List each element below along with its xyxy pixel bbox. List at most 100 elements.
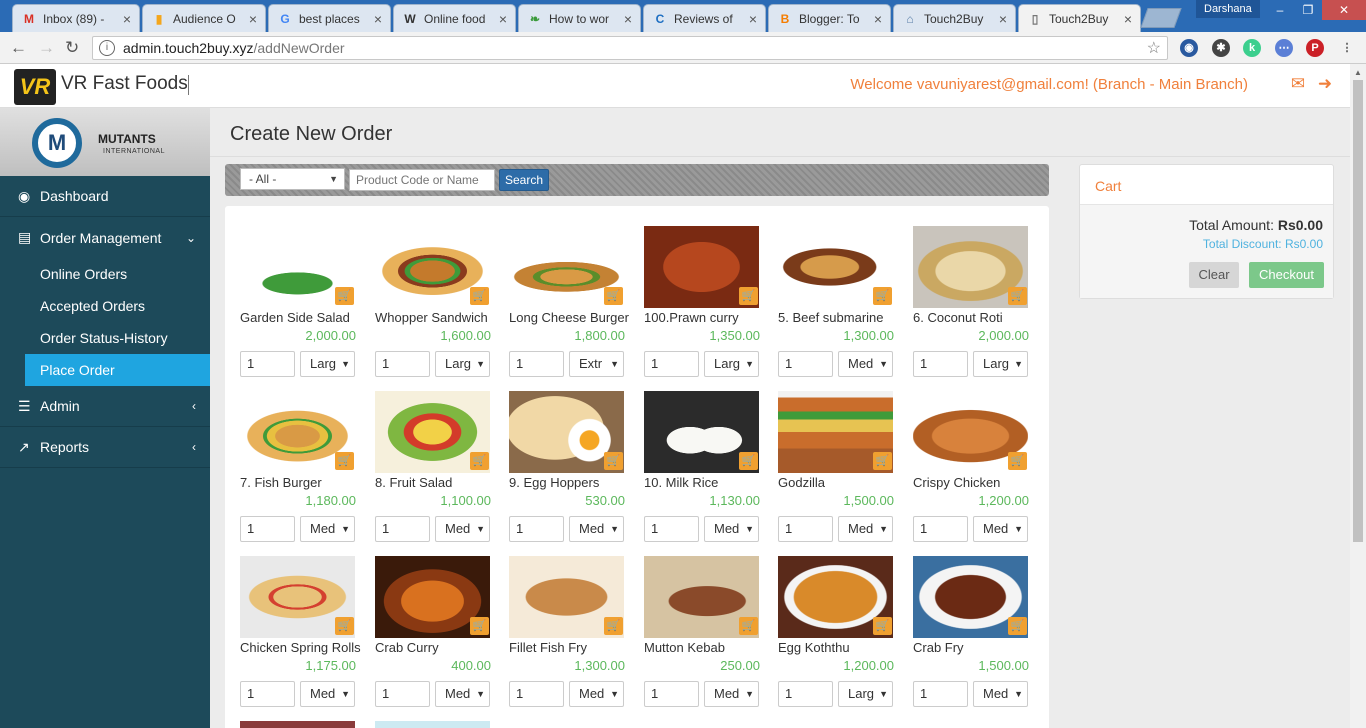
size-select[interactable]: Med ▼ — [838, 516, 893, 542]
size-select[interactable]: Med ▼ — [300, 516, 355, 542]
reload-icon[interactable]: ↻ — [65, 38, 79, 58]
size-select[interactable]: Med ▼ — [435, 681, 490, 707]
browser-tab[interactable]: C Reviews of × — [643, 4, 766, 32]
extension-spider-icon[interactable]: ✱ — [1212, 39, 1230, 57]
scroll-up-icon[interactable]: ▲ — [1354, 68, 1362, 77]
checkout-button[interactable]: Checkout — [1249, 262, 1324, 288]
quantity-input[interactable]: 1 — [240, 351, 295, 377]
browser-tab[interactable]: B Blogger: To × — [768, 4, 891, 32]
add-to-cart-icon[interactable]: 🛒 — [470, 452, 489, 470]
quantity-input[interactable]: 1 — [913, 516, 968, 542]
size-select[interactable]: Larg ▼ — [838, 681, 893, 707]
add-to-cart-icon[interactable]: 🛒 — [335, 452, 354, 470]
size-select[interactable]: Med ▼ — [435, 516, 490, 542]
chrome-menu-icon[interactable]: ⋮ — [1338, 39, 1356, 57]
quantity-input[interactable]: 1 — [778, 351, 833, 377]
size-select[interactable]: Med ▼ — [973, 681, 1028, 707]
logout-icon[interactable]: ➜ — [1315, 74, 1335, 94]
add-to-cart-icon[interactable]: 🛒 — [604, 452, 623, 470]
forward-icon[interactable]: → — [38, 38, 55, 58]
browser-tab[interactable]: M Inbox (89) - × — [12, 4, 140, 32]
add-to-cart-icon[interactable]: 🛒 — [739, 287, 758, 305]
size-select[interactable]: Med ▼ — [569, 681, 624, 707]
quantity-input[interactable]: 1 — [509, 516, 564, 542]
add-to-cart-icon[interactable]: 🛒 — [335, 617, 354, 635]
add-to-cart-icon[interactable]: 🛒 — [1008, 287, 1027, 305]
scrollbar-thumb[interactable] — [1353, 80, 1363, 542]
size-select[interactable]: Med ▼ — [704, 681, 759, 707]
add-to-cart-icon[interactable]: 🛒 — [1008, 452, 1027, 470]
add-to-cart-icon[interactable]: 🛒 — [1008, 617, 1027, 635]
bookmark-star-icon[interactable]: ☆ — [1147, 38, 1161, 58]
search-input[interactable] — [349, 169, 495, 191]
vertical-scrollbar[interactable]: ▲ — [1350, 64, 1366, 728]
sidebar-item-order-management[interactable]: ▤ Order Management ⌄ — [0, 217, 210, 258]
quantity-input[interactable]: 1 — [778, 516, 833, 542]
new-tab-button[interactable] — [1140, 8, 1182, 28]
add-to-cart-icon[interactable]: 🛒 — [470, 617, 489, 635]
quantity-input[interactable]: 1 — [240, 681, 295, 707]
size-select[interactable]: Larg ▼ — [300, 351, 355, 377]
size-select[interactable]: Med ▼ — [300, 681, 355, 707]
quantity-input[interactable]: 1 — [644, 351, 699, 377]
product-image[interactable] — [240, 721, 355, 728]
add-to-cart-icon[interactable]: 🛒 — [739, 452, 758, 470]
tab-close-icon[interactable]: × — [249, 11, 257, 27]
extension-globe-icon[interactable]: ◉ — [1180, 39, 1198, 57]
size-select[interactable]: Extr ▼ — [569, 351, 624, 377]
extension-dots-icon[interactable]: ⋯ — [1275, 39, 1293, 57]
sidebar-subitem-place-order[interactable]: Place Order — [25, 354, 210, 386]
back-icon[interactable]: ← — [10, 38, 27, 58]
sidebar-subitem-order-status-history[interactable]: Order Status-History — [0, 322, 210, 354]
quantity-input[interactable]: 1 — [644, 516, 699, 542]
browser-tab[interactable]: W Online food × — [393, 4, 516, 32]
quantity-input[interactable]: 1 — [240, 516, 295, 542]
tab-close-icon[interactable]: × — [749, 11, 757, 27]
pinterest-icon[interactable]: P — [1306, 39, 1324, 57]
sidebar-item-reports[interactable]: ↗ Reports ‹ — [0, 427, 210, 468]
tab-close-icon[interactable]: × — [874, 11, 882, 27]
quantity-input[interactable]: 1 — [913, 681, 968, 707]
size-select[interactable]: Med ▼ — [704, 516, 759, 542]
size-select[interactable]: Med ▼ — [569, 516, 624, 542]
add-to-cart-icon[interactable]: 🛒 — [604, 287, 623, 305]
clear-button[interactable]: Clear — [1189, 262, 1239, 288]
profile-button[interactable]: Darshana — [1196, 0, 1260, 18]
tab-close-icon[interactable]: × — [374, 11, 382, 27]
add-to-cart-icon[interactable]: 🛒 — [604, 617, 623, 635]
add-to-cart-icon[interactable]: 🛒 — [873, 287, 892, 305]
quantity-input[interactable]: 1 — [509, 351, 564, 377]
browser-tab[interactable]: ▮ Audience O × — [142, 4, 266, 32]
restore-icon[interactable]: ❐ — [1294, 0, 1322, 20]
quantity-input[interactable]: 1 — [509, 681, 564, 707]
add-to-cart-icon[interactable]: 🛒 — [873, 617, 892, 635]
quantity-input[interactable]: 1 — [375, 516, 430, 542]
size-select[interactable]: Larg ▼ — [704, 351, 759, 377]
size-select[interactable]: Med ▼ — [838, 351, 893, 377]
extension-k-icon[interactable]: k — [1243, 39, 1261, 57]
tab-close-icon[interactable]: × — [999, 11, 1007, 27]
quantity-input[interactable]: 1 — [375, 681, 430, 707]
browser-tab[interactable]: ⌂ Touch2Buy × — [893, 4, 1016, 32]
tab-close-icon[interactable]: × — [624, 11, 632, 27]
browser-tab[interactable]: ❧ How to wor × — [518, 4, 641, 32]
minimize-icon[interactable]: – — [1266, 0, 1294, 20]
sidebar-item-dashboard[interactable]: ◉ Dashboard — [0, 176, 210, 217]
search-button[interactable]: Search — [499, 169, 549, 191]
brand-name[interactable]: VR Fast Foods — [61, 73, 188, 95]
tab-close-icon[interactable]: × — [499, 11, 507, 27]
sidebar-item-admin[interactable]: ☰ Admin ‹ — [0, 386, 210, 427]
envelope-icon[interactable]: ✉ — [1288, 74, 1308, 94]
quantity-input[interactable]: 1 — [913, 351, 968, 377]
size-select[interactable]: Larg ▼ — [973, 351, 1028, 377]
product-image[interactable] — [375, 721, 490, 728]
tab-close-icon[interactable]: × — [123, 11, 131, 27]
add-to-cart-icon[interactable]: 🛒 — [873, 452, 892, 470]
quantity-input[interactable]: 1 — [644, 681, 699, 707]
info-icon[interactable]: i — [99, 40, 115, 56]
add-to-cart-icon[interactable]: 🛒 — [335, 287, 354, 305]
add-to-cart-icon[interactable]: 🛒 — [739, 617, 758, 635]
quantity-input[interactable]: 1 — [375, 351, 430, 377]
browser-tab[interactable]: ▯ Touch2Buy × — [1018, 4, 1141, 32]
add-to-cart-icon[interactable]: 🛒 — [470, 287, 489, 305]
